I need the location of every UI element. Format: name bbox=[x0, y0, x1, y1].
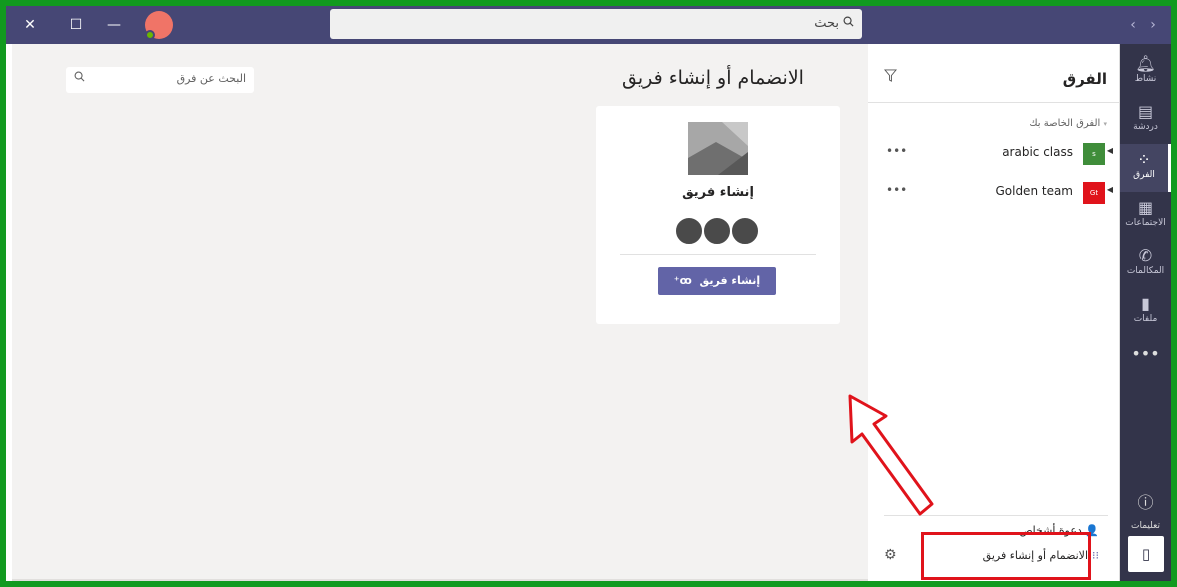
page-title: الانضمام أو إنشاء فريق bbox=[622, 67, 804, 89]
main-content: الانضمام أو إنشاء فريق البحث عن فرق إنشا… bbox=[12, 44, 868, 581]
team-search-input[interactable]: البحث عن فرق bbox=[66, 67, 254, 93]
create-team-button[interactable]: إنشاء فريق ꝏ⁺ bbox=[658, 267, 776, 295]
rail-item-help[interactable]: ⓘ تعليمات bbox=[1120, 489, 1171, 532]
annotation-arrow-icon bbox=[848, 394, 934, 516]
forward-arrow-icon[interactable]: › bbox=[1143, 15, 1163, 35]
teams-pane-title: الفرق bbox=[1062, 70, 1107, 88]
minimize-icon[interactable]: — bbox=[104, 15, 124, 35]
rail-item-files[interactable]: ▮ ملفات bbox=[1120, 288, 1171, 336]
horizontal-scrollbar[interactable] bbox=[12, 579, 868, 581]
your-teams-section-text: الفرق الخاصة بك bbox=[1029, 118, 1101, 129]
phone-icon: ✆ bbox=[1138, 246, 1153, 265]
expand-arrow-icon[interactable]: ◀ bbox=[1107, 146, 1113, 155]
app-rail: 🔔︎ نشاط ▤ دردشة ⁘ الفرق ▦ الاجتماعات ✆ ا… bbox=[1120, 44, 1171, 581]
expand-arrow-icon[interactable]: ◀ bbox=[1107, 185, 1113, 194]
bell-icon: 🔔︎ bbox=[1135, 54, 1156, 73]
rail-item-label: نشاط bbox=[1134, 74, 1157, 84]
member-avatar-icon bbox=[730, 216, 760, 246]
calendar-icon: ▦ bbox=[1137, 198, 1154, 217]
help-icon: ⓘ bbox=[1137, 493, 1154, 512]
more-options-icon[interactable]: ••• bbox=[886, 144, 907, 158]
teams-icon: ⁝⁝ bbox=[1092, 549, 1099, 562]
maximize-icon[interactable]: ☐ bbox=[66, 15, 86, 35]
collapse-icon: ▾ bbox=[1103, 120, 1107, 128]
search-bar-text: بحث bbox=[814, 16, 839, 31]
rail-item-label: الفرق bbox=[1133, 170, 1155, 180]
member-avatar-icon bbox=[702, 216, 732, 246]
close-icon[interactable]: ✕ bbox=[20, 15, 40, 35]
rail-item-label: دردشة bbox=[1133, 122, 1158, 132]
team-avatar: Gt bbox=[1083, 182, 1105, 204]
create-team-card-title: إنشاء فريق bbox=[682, 185, 754, 200]
gear-icon[interactable]: ⚙ bbox=[884, 547, 897, 563]
presence-status-icon bbox=[145, 30, 155, 40]
back-arrow-icon[interactable]: ‹ bbox=[1123, 15, 1143, 35]
file-icon: ▮ bbox=[1141, 294, 1150, 313]
annotation-highlight-box bbox=[921, 532, 1091, 580]
search-icon bbox=[74, 71, 85, 85]
team-search-placeholder: البحث عن فرق bbox=[176, 72, 246, 85]
chat-icon: ▤ bbox=[1137, 102, 1154, 121]
create-team-button-label: إنشاء فريق bbox=[699, 274, 761, 287]
member-avatars bbox=[674, 216, 764, 248]
search-icon bbox=[843, 9, 854, 39]
more-apps-icon[interactable]: ••• bbox=[1120, 344, 1171, 363]
pane-divider bbox=[868, 102, 1119, 103]
rail-item-label: المكالمات bbox=[1126, 266, 1165, 276]
card-divider bbox=[620, 254, 816, 255]
member-avatar-icon bbox=[674, 216, 704, 246]
more-options-icon[interactable]: ••• bbox=[886, 183, 907, 197]
rail-item-meetings[interactable]: ▦ الاجتماعات bbox=[1120, 192, 1171, 240]
team-avatar: s bbox=[1083, 143, 1105, 165]
rail-item-chat[interactable]: ▤ دردشة bbox=[1120, 96, 1171, 144]
title-bar: ✕ ☐ — بحث ‹ › bbox=[6, 6, 1171, 44]
add-people-icon: ꝏ⁺ bbox=[673, 274, 692, 287]
teams-icon: ⁘ bbox=[1137, 150, 1151, 169]
team-row-golden-team[interactable]: ◀ Gt Golden team ••• bbox=[868, 178, 1119, 204]
rail-item-calls[interactable]: ✆ المكالمات bbox=[1120, 240, 1171, 288]
rail-item-label: تعليمات bbox=[1131, 521, 1160, 531]
rail-item-teams[interactable]: ⁘ الفرق bbox=[1120, 144, 1171, 192]
your-teams-section-label[interactable]: ▾ الفرق الخاصة بك bbox=[1029, 118, 1107, 129]
team-image-placeholder-icon bbox=[688, 122, 748, 175]
search-bar[interactable]: بحث bbox=[330, 9, 862, 39]
filter-icon[interactable] bbox=[883, 68, 898, 86]
team-name: arabic class bbox=[1002, 145, 1073, 159]
rail-item-activity[interactable]: 🔔︎ نشاط bbox=[1120, 48, 1171, 96]
create-team-card[interactable]: إنشاء فريق إنشاء فريق ꝏ⁺ bbox=[596, 106, 840, 324]
team-row-arabic-class[interactable]: ◀ s arabic class ••• bbox=[868, 139, 1119, 165]
rail-item-label: الاجتماعات bbox=[1125, 218, 1166, 228]
device-icon[interactable]: ▯ bbox=[1128, 536, 1164, 572]
rail-item-label: ملفات bbox=[1133, 314, 1158, 324]
team-name: Golden team bbox=[995, 184, 1073, 198]
window-frame: ✕ ☐ — بحث ‹ › الانضمام أو إنشاء فريق الب… bbox=[0, 0, 1177, 587]
